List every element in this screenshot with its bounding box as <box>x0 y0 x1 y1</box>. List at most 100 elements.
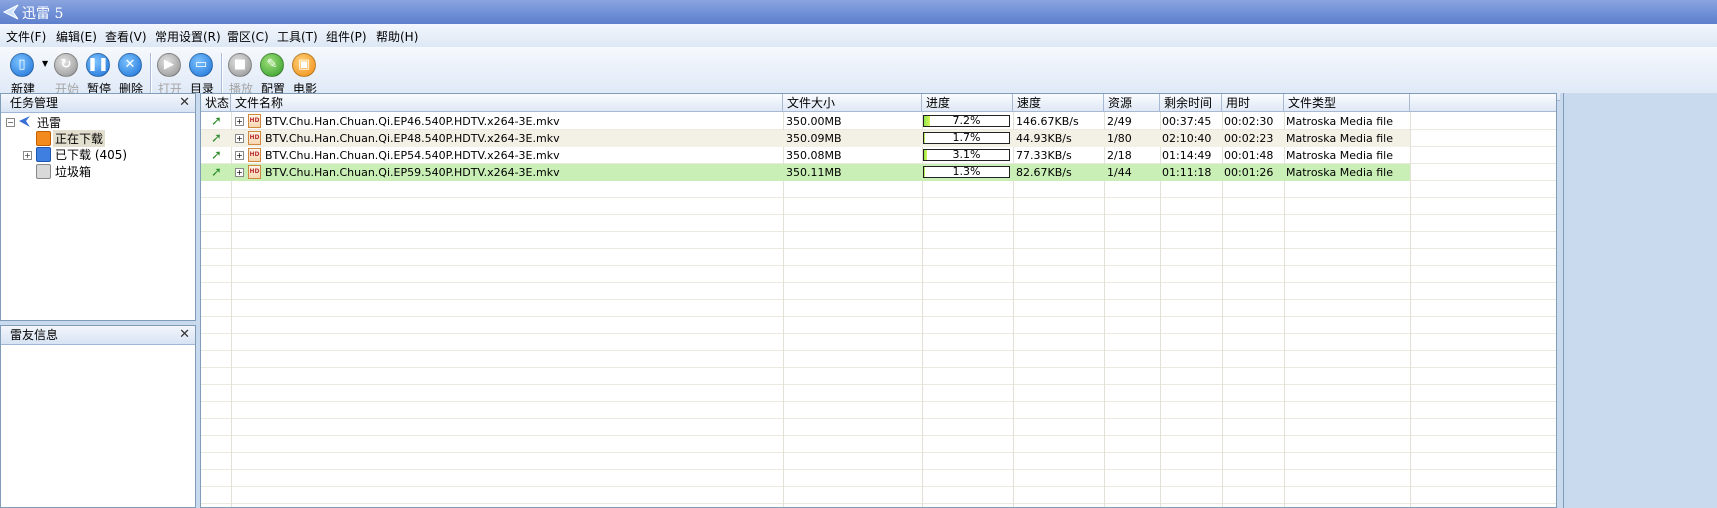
menu-edit[interactable]: 编辑(E) <box>56 28 97 45</box>
menu-help[interactable]: 帮助(H) <box>376 28 418 45</box>
column-header-size[interactable]: 文件大小 <box>783 94 922 112</box>
menu-zone[interactable]: 雷区(C) <box>227 28 269 45</box>
table-row[interactable]: ➚ + HD BTV.Chu.Han.Chuan.Qi.EP46.540P.HD… <box>201 113 1410 130</box>
grid-line <box>201 367 1556 368</box>
table-row-selected[interactable]: ➚ + HD BTV.Chu.Han.Chuan.Qi.EP59.540P.HD… <box>201 164 1410 181</box>
thunder-bird-icon <box>2 4 19 20</box>
grid-line <box>201 401 1556 402</box>
expand-icon[interactable]: + <box>23 151 32 160</box>
menu-tools[interactable]: 工具(T) <box>277 28 318 45</box>
table-row[interactable]: ➚ + HD BTV.Chu.Han.Chuan.Qi.EP48.540P.HD… <box>201 130 1410 147</box>
column-header-speed[interactable]: 速度 <box>1013 94 1104 112</box>
grid-line <box>201 333 1556 334</box>
cell-name: BTV.Chu.Han.Chuan.Qi.EP48.540P.HDTV.x264… <box>265 132 560 145</box>
folder-button[interactable]: ▭ 目录 <box>185 51 219 97</box>
pause-icon: ❚❚ <box>86 53 110 77</box>
grid-line <box>201 231 1556 232</box>
cell-type: Matroska Media file <box>1286 149 1393 162</box>
tree-item-downloaded[interactable]: 已下载 (405) <box>55 146 127 163</box>
tree-item-trash[interactable]: 垃圾箱 <box>55 163 91 180</box>
grid-line <box>201 418 1556 419</box>
cell-speed: 44.93KB/s <box>1016 132 1072 145</box>
grid-line <box>201 299 1556 300</box>
delete-icon: ✕ <box>118 53 142 77</box>
open-icon: ▶ <box>157 53 181 77</box>
grid-line <box>201 486 1556 487</box>
folder-icon: ▭ <box>189 53 213 77</box>
cell-name: BTV.Chu.Han.Chuan.Qi.EP59.540P.HDTV.x264… <box>265 166 560 179</box>
movie-button[interactable]: ▣ 电影 <box>288 51 322 97</box>
cell-remaining: 01:11:18 <box>1162 166 1212 179</box>
progress-label: 3.1% <box>952 148 981 161</box>
cell-sources: 1/44 <box>1107 166 1132 179</box>
column-header-status[interactable]: 状态 <box>201 94 231 112</box>
table-row[interactable]: ➚ + HD BTV.Chu.Han.Chuan.Qi.EP54.540P.HD… <box>201 147 1410 164</box>
friend-panel-title: 雷友信息 <box>10 328 59 342</box>
progress-bar: 1.3% <box>923 165 1010 178</box>
menu-view[interactable]: 查看(V) <box>105 28 147 45</box>
downloading-icon <box>36 131 51 146</box>
menu-bar: 文件(F) 编辑(E) 查看(V) 常用设置(R) 雷区(C) 工具(T) 组件… <box>0 24 1717 48</box>
cell-remaining: 00:37:45 <box>1162 115 1212 128</box>
config-icon: ✎ <box>260 53 284 77</box>
downloading-status-icon: ➚ <box>211 114 222 129</box>
progress-bar: 7.2% <box>923 114 1010 127</box>
task-tree: − 迅雷 正在下载 + 已下载 (405) 垃圾箱 <box>1 112 195 320</box>
expand-icon[interactable]: + <box>235 134 244 143</box>
grid-line <box>201 350 1556 351</box>
cell-name: BTV.Chu.Han.Chuan.Qi.EP46.540P.HDTV.x264… <box>265 115 560 128</box>
play-icon: ■ <box>228 53 252 77</box>
new-button[interactable]: ▯ 新建 <box>6 51 40 97</box>
column-header-progress[interactable]: 进度 <box>922 94 1013 112</box>
column-header-elapsed[interactable]: 用时 <box>1222 94 1284 112</box>
title-bar: 迅雷 5 <box>0 0 1717 24</box>
chevron-down-icon[interactable]: ▼ <box>42 59 48 68</box>
friend-panel: 雷友信息 ✕ <box>0 325 196 508</box>
collapse-icon[interactable]: − <box>6 118 15 127</box>
movie-icon: ▣ <box>292 53 316 77</box>
thunder-bird-icon <box>19 116 30 127</box>
grid-line <box>1410 112 1411 507</box>
grid-line <box>201 265 1556 266</box>
cell-elapsed: 00:02:30 <box>1224 115 1274 128</box>
menu-components[interactable]: 组件(P) <box>326 28 367 45</box>
menu-settings[interactable]: 常用设置(R) <box>155 28 221 45</box>
mkv-file-icon: HD <box>248 131 261 145</box>
grid-line <box>201 316 1556 317</box>
grid-line <box>201 384 1556 385</box>
expand-icon[interactable]: + <box>235 151 244 160</box>
delete-button[interactable]: ✕ 删除 <box>114 51 148 97</box>
cell-sources: 1/80 <box>1107 132 1132 145</box>
cell-type: Matroska Media file <box>1286 166 1393 179</box>
expand-icon[interactable]: + <box>235 117 244 126</box>
cell-remaining: 02:10:40 <box>1162 132 1212 145</box>
task-panel-title: 任务管理 <box>10 96 59 110</box>
task-panel-header: 任务管理 ✕ <box>1 94 195 113</box>
progress-label: 1.3% <box>952 165 981 178</box>
column-header-filler <box>1410 94 1556 112</box>
downloaded-icon <box>36 147 51 162</box>
close-icon[interactable]: ✕ <box>179 94 190 112</box>
grid-line <box>201 248 1556 249</box>
column-header-type[interactable]: 文件类型 <box>1284 94 1410 112</box>
column-header-name[interactable]: 文件名称 <box>231 94 783 112</box>
tree-item-downloading[interactable]: 正在下载 <box>53 130 106 147</box>
column-header-remaining[interactable]: 剩余时间 <box>1160 94 1222 112</box>
cell-name: BTV.Chu.Han.Chuan.Qi.EP54.540P.HDTV.x264… <box>265 149 560 162</box>
grid-line <box>201 197 1556 198</box>
column-header-sources[interactable]: 资源 <box>1104 94 1160 112</box>
cell-type: Matroska Media file <box>1286 115 1393 128</box>
tree-root-label[interactable]: 迅雷 <box>37 114 61 131</box>
friend-panel-header: 雷友信息 ✕ <box>1 326 195 345</box>
menu-file[interactable]: 文件(F) <box>6 28 46 45</box>
trash-icon <box>36 164 51 179</box>
downloading-status-icon: ➚ <box>211 131 222 146</box>
close-icon[interactable]: ✕ <box>179 326 190 344</box>
expand-icon[interactable]: + <box>235 168 244 177</box>
downloading-status-icon: ➚ <box>211 165 222 180</box>
window-title: 迅雷 5 <box>22 6 64 22</box>
grid-line <box>201 452 1556 453</box>
cell-speed: 146.67KB/s <box>1016 115 1079 128</box>
download-list: 状态 文件名称 文件大小 进度 速度 资源 剩余时间 用时 文件类型 ➚ + H… <box>200 93 1557 508</box>
mkv-file-icon: HD <box>248 165 261 179</box>
